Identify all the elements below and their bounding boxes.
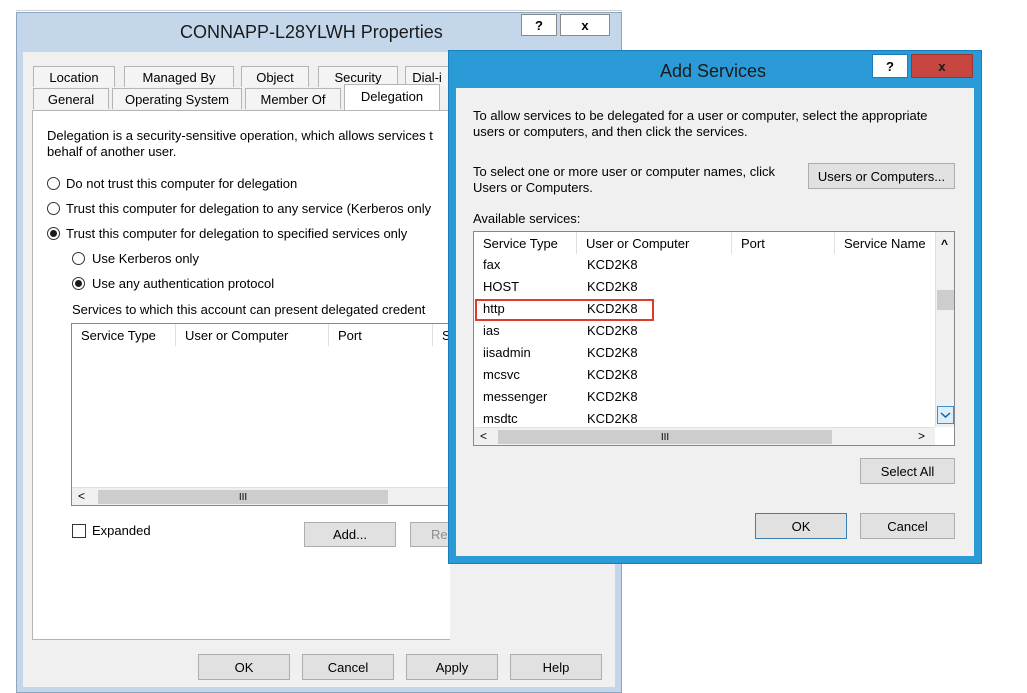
chevron-down-icon [940,412,951,419]
available-services-list[interactable]: Service Type User or Computer Port Servi… [473,231,955,446]
remove-button[interactable]: Re [410,522,450,547]
radio-no-trust-label: Do not trust this computer for delegatio… [66,176,298,191]
scroll-up-arrow[interactable]: ^ [941,237,948,251]
available-scroll-right-arrow[interactable]: > [918,429,925,443]
service-computer: KCD2K8 [587,279,638,294]
delegated-services-list[interactable]: Service Type User or Computer Port S < I… [71,323,452,506]
service-type: iisadmin [483,345,531,360]
properties-ok-button[interactable]: OK [198,654,290,680]
service-computer: KCD2K8 [587,411,638,426]
vertical-scroll-thumb[interactable] [937,290,954,310]
available-column-port[interactable]: Port [732,232,835,254]
properties-help-button[interactable]: ? [521,14,557,36]
users-or-computers-button[interactable]: Users or Computers... [808,163,955,189]
expanded-checkbox-label: Expanded [92,523,151,538]
column-port[interactable]: Port [329,324,433,346]
service-type: messenger [483,389,548,404]
column-service-type[interactable]: Service Type [72,324,176,346]
properties-titlebar-top-line [16,10,622,11]
service-computer: KCD2K8 [587,367,638,382]
service-type: mcsvc [483,367,520,382]
delegation-description-line1: Delegation is a security-sensitive opera… [47,128,433,143]
tab-general[interactable]: General [33,88,109,109]
list-item[interactable]: HOST KCD2K8 [474,276,934,298]
service-type: ias [483,323,500,338]
service-type: msdtc [483,411,518,426]
add-services-ok-button[interactable]: OK [755,513,847,539]
horizontal-scrollbar[interactable]: < III [72,487,452,505]
add-button[interactable]: Add... [304,522,396,547]
list-item[interactable]: mcsvc KCD2K8 [474,364,934,386]
scroll-thumb-grip: III [238,491,248,503]
available-scroll-thumb[interactable]: III [498,430,832,444]
radio-kerberos-only-label: Use Kerberos only [92,251,199,266]
radio-any-protocol[interactable] [72,277,85,290]
select-users-line2: Users or Computers. [473,180,593,195]
vertical-scrollbar[interactable]: ^ [935,232,954,427]
service-computer: KCD2K8 [587,257,638,272]
tab-member-of[interactable]: Member Of [245,88,341,109]
tab-location[interactable]: Location [33,66,115,87]
tab-delegation[interactable]: Delegation [344,84,440,112]
add-services-close-button[interactable]: x [911,54,973,78]
service-type: HOST [483,279,520,294]
available-column-user-or-computer[interactable]: User or Computer [577,232,732,254]
scroll-down-arrow[interactable] [937,406,954,424]
http-highlight-box [475,299,654,321]
properties-title: CONNAPP-L28YLWH Properties [180,22,443,42]
available-scroll-left-arrow[interactable]: < [480,429,487,443]
list-item[interactable]: ias KCD2K8 [474,320,934,342]
radio-any-service[interactable] [47,202,60,215]
tab-managed-by[interactable]: Managed By [124,66,234,87]
service-computer: KCD2K8 [587,389,638,404]
available-column-service-type[interactable]: Service Type [474,232,577,254]
radio-specified-services-label: Trust this computer for delegation to sp… [66,226,408,241]
select-all-button[interactable]: Select All [860,458,955,484]
add-services-title: Add Services [660,61,767,81]
tab-object[interactable]: Object [241,66,309,87]
properties-apply-button[interactable]: Apply [406,654,498,680]
radio-no-trust[interactable] [47,177,60,190]
tab-operating-system[interactable]: Operating System [112,88,242,109]
available-horizontal-scrollbar[interactable]: < III > [474,427,935,445]
service-computer: KCD2K8 [587,323,638,338]
add-services-instructions-line2: users or computers, and then click the s… [473,124,748,139]
add-services-instructions-line1: To allow services to be delegated for a … [473,108,928,123]
radio-specified-services[interactable] [47,227,60,240]
scroll-left-arrow[interactable]: < [78,489,85,503]
service-computer: KCD2K8 [587,345,638,360]
expanded-checkbox[interactable] [72,524,86,538]
available-services-label: Available services: [473,211,581,226]
list-item[interactable]: iisadmin KCD2K8 [474,342,934,364]
radio-any-service-label: Trust this computer for delegation to an… [66,201,432,216]
services-label: Services to which this account can prese… [72,302,426,317]
add-services-cancel-button[interactable]: Cancel [860,513,955,539]
available-scroll-thumb-grip: III [660,431,670,443]
scroll-thumb[interactable]: III [98,490,388,504]
service-type: fax [483,257,501,272]
list-item[interactable]: fax KCD2K8 [474,254,934,276]
radio-any-protocol-label: Use any authentication protocol [92,276,275,291]
select-users-line1: To select one or more user or computer n… [473,164,776,179]
properties-cancel-button[interactable]: Cancel [302,654,394,680]
radio-kerberos-only[interactable] [72,252,85,265]
column-user-or-computer[interactable]: User or Computer [176,324,329,346]
available-column-service-name[interactable]: Service Name [835,232,935,254]
delegation-description-line2: behalf of another user. [47,144,177,159]
add-services-help-button[interactable]: ? [872,54,908,78]
list-item[interactable]: messenger KCD2K8 [474,386,934,408]
properties-help-bottom-button[interactable]: Help [510,654,602,680]
properties-close-button[interactable]: x [560,14,610,36]
